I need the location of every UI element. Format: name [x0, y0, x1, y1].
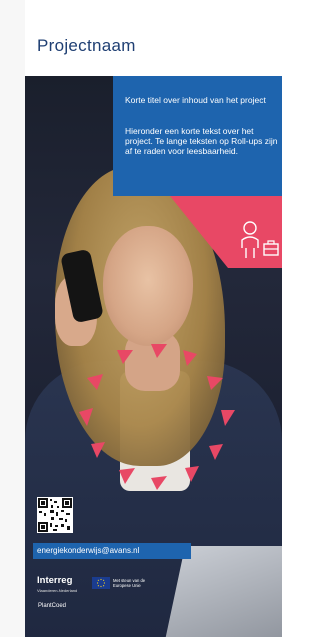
arrow-marker — [79, 408, 93, 426]
plantcoed-logo: PlantCoed — [38, 603, 67, 609]
photo-laptop — [164, 546, 282, 637]
contact-email[interactable]: energiekonderwijs@avans.nl — [33, 543, 191, 559]
arrow-markers — [79, 344, 235, 490]
qr-code — [37, 497, 73, 533]
arrow-marker — [185, 466, 199, 482]
info-box: Korte titel over inhoud van het project … — [113, 76, 282, 196]
project-title: Projectnaam — [37, 36, 136, 55]
arrow-marker — [117, 350, 133, 364]
eu-funding-text: Met steun van de Europese Unie — [113, 578, 146, 588]
arrow-marker — [151, 476, 167, 490]
arrow-marker — [183, 350, 197, 366]
interreg-logo: Interreg — [37, 575, 73, 586]
arrow-marker — [151, 344, 167, 358]
eu-flag-icon — [92, 577, 110, 589]
person-with-briefcase-icon — [241, 221, 279, 258]
arrow-marker — [207, 376, 223, 390]
arrow-marker — [209, 444, 223, 460]
interreg-subtitle: Vlaanderen-Nederland — [37, 588, 78, 593]
info-body: Hieronder een korte tekst over het proje… — [125, 126, 278, 156]
arrow-marker — [87, 374, 103, 390]
arrow-marker — [119, 468, 135, 484]
left-frame — [0, 0, 25, 637]
info-short-title: Korte titel over inhoud van het project — [125, 95, 266, 105]
arrow-marker — [91, 442, 105, 458]
arrow-marker — [221, 410, 235, 426]
rollup-banner: Projectnaam Korte titel over inhoud van … — [0, 0, 282, 637]
